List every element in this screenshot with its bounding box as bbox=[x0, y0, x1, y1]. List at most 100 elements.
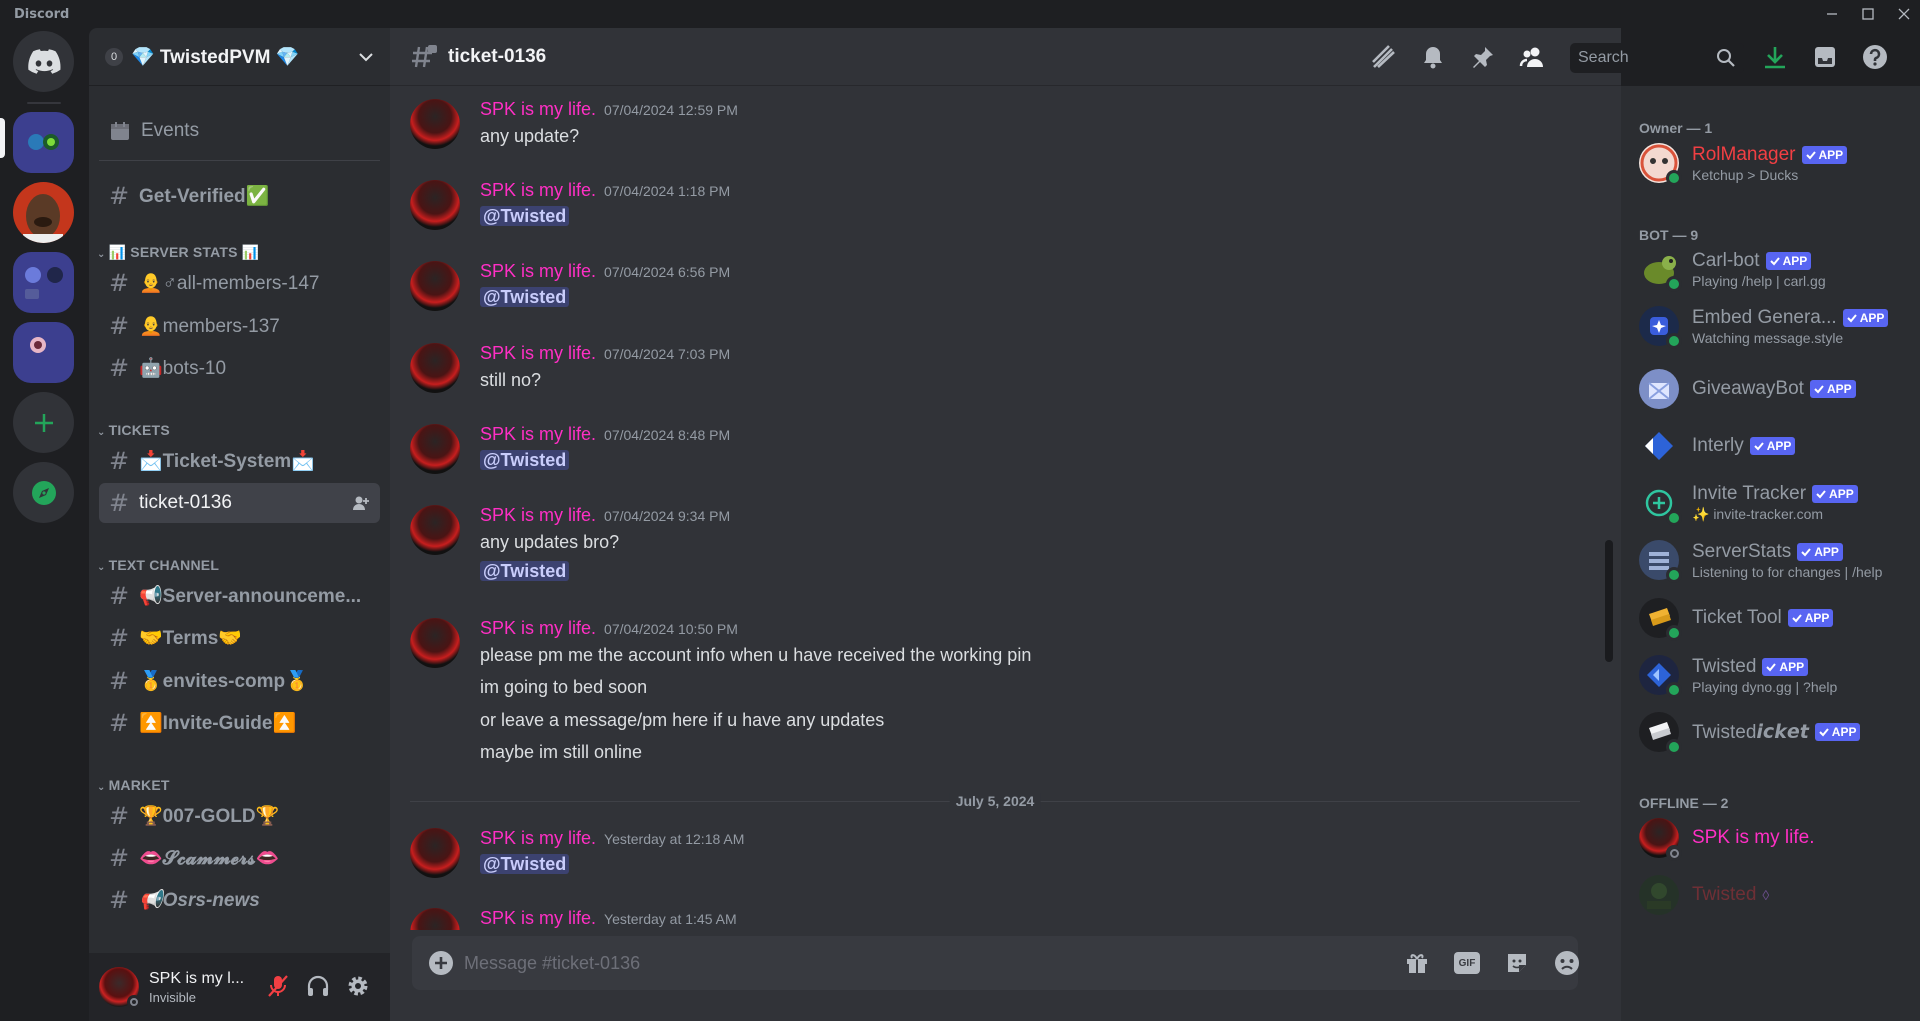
deafen-button[interactable] bbox=[305, 973, 331, 1004]
channel-ticket-system[interactable]: # 📩Ticket-System📩 bbox=[99, 441, 380, 481]
message-timestamp: 07/04/2024 12:59 PM bbox=[604, 102, 738, 118]
message-author[interactable]: SPK is my life. bbox=[480, 424, 596, 444]
channel-scammers[interactable]: # 👄𝓢𝓬𝓪𝓶𝓶𝓮𝓻𝓼👄 bbox=[99, 838, 380, 878]
channel-invite-guide[interactable]: # ⏫Invite-Guide⏫ bbox=[99, 703, 380, 743]
member-activity: Watching message.style bbox=[1692, 329, 1844, 346]
attach-button[interactable] bbox=[426, 948, 456, 978]
add-server-button[interactable] bbox=[13, 392, 74, 453]
app-badge: APP bbox=[1801, 145, 1848, 164]
member-item[interactable]: GiveawayBot APP bbox=[1639, 367, 1915, 411]
user-mention[interactable]: @Twisted bbox=[480, 287, 570, 307]
gift-button[interactable] bbox=[1402, 948, 1432, 978]
channel-ticket-0136[interactable]: # ticket-0136 bbox=[99, 483, 380, 523]
sticker-button[interactable] bbox=[1502, 948, 1532, 978]
member-name: Twisted bbox=[1692, 655, 1757, 677]
user-mention[interactable]: @Twisted bbox=[480, 854, 570, 874]
help-button[interactable] bbox=[1860, 42, 1890, 72]
user-mention[interactable]: @Twisted bbox=[480, 450, 570, 470]
channel-osrs-news[interactable]: # 📢Osrs-news bbox=[99, 880, 380, 920]
avatar[interactable] bbox=[410, 505, 460, 555]
user-settings-button[interactable] bbox=[345, 973, 371, 1004]
server-icon-3[interactable] bbox=[13, 252, 74, 313]
user-mention[interactable]: @Twisted bbox=[480, 561, 570, 581]
user-info[interactable]: SPK is my l... Invisible bbox=[149, 970, 259, 1005]
message-author[interactable]: SPK is my life. bbox=[480, 99, 596, 119]
message-composer[interactable]: Message #ticket-0136 GIF bbox=[412, 936, 1579, 990]
avatar[interactable] bbox=[99, 967, 141, 1009]
avatar[interactable] bbox=[410, 828, 460, 878]
chat-scrollbar[interactable] bbox=[1605, 540, 1613, 662]
avatar[interactable] bbox=[410, 180, 460, 230]
avatar[interactable] bbox=[410, 908, 460, 930]
threads-button[interactable] bbox=[1368, 42, 1398, 72]
message-author[interactable]: SPK is my life. bbox=[480, 261, 596, 281]
avatar[interactable] bbox=[410, 618, 460, 668]
member-item[interactable]: Ticket Tool APP bbox=[1639, 596, 1915, 641]
maximize-icon[interactable] bbox=[1852, 0, 1884, 28]
member-activity: Playing dyno.gg | ?help bbox=[1692, 678, 1838, 695]
notifications-button[interactable] bbox=[1418, 42, 1448, 72]
status-online-icon bbox=[1666, 333, 1682, 349]
add-member-icon[interactable] bbox=[352, 494, 370, 512]
emoji-button[interactable] bbox=[1552, 948, 1582, 978]
channel-server-announcements[interactable]: # 📢Server-announceme... bbox=[99, 576, 380, 616]
user-name: SPK is my l... bbox=[149, 969, 245, 987]
events-item[interactable]: Events bbox=[99, 111, 380, 151]
server-icon-4[interactable] bbox=[13, 322, 74, 383]
avatar[interactable] bbox=[410, 261, 460, 311]
member-item[interactable]: RolManager APP Ketchup > Ducks bbox=[1639, 141, 1915, 186]
server-icon-1[interactable] bbox=[13, 112, 74, 173]
mute-button[interactable] bbox=[265, 973, 291, 1004]
message-author[interactable]: SPK is my life. bbox=[480, 505, 596, 525]
chevron-down-icon: ⌄ bbox=[97, 782, 109, 793]
channel-all-members[interactable]: # 🧑‍🦲♂all-members-147 bbox=[99, 263, 380, 303]
message-author[interactable]: SPK is my life. bbox=[480, 908, 596, 928]
message-input[interactable]: Message #ticket-0136 bbox=[464, 953, 640, 974]
category-market[interactable]: ⌄ MARKET bbox=[97, 777, 170, 793]
close-icon[interactable] bbox=[1888, 0, 1920, 28]
channel-members[interactable]: # 🧑‍🦲members-137 bbox=[99, 306, 380, 346]
member-list-button[interactable] bbox=[1518, 42, 1548, 72]
channel-007-gold[interactable]: # 🏆007-GOLD🏆 bbox=[99, 796, 380, 836]
member-item[interactable]: Twisted APP Playing dyno.gg | ?help bbox=[1639, 653, 1915, 698]
channel-terms[interactable]: # 🤝Terms🤝 bbox=[99, 618, 380, 658]
user-mention[interactable]: @Twisted bbox=[480, 206, 570, 226]
member-item[interactable]: Carl-bot APP Playing /help | carl.gg bbox=[1639, 247, 1915, 292]
member-item[interactable]: Twisted ◊ bbox=[1639, 873, 1915, 917]
category-tickets[interactable]: ⌄ TICKETS bbox=[97, 422, 170, 438]
gif-button[interactable]: GIF bbox=[1452, 948, 1482, 978]
member-item[interactable]: Embed Genera... APP Watching message.style bbox=[1639, 304, 1915, 349]
avatar[interactable] bbox=[410, 99, 460, 149]
guild-header[interactable]: 0 💎 TwistedPVM 💎 bbox=[89, 28, 390, 86]
channel-bots[interactable]: # 🤖bots-10 bbox=[99, 348, 380, 388]
message-author[interactable]: SPK is my life. bbox=[480, 828, 596, 848]
channel-get-verified[interactable]: # Get-Verified✅ bbox=[99, 176, 380, 216]
explore-servers-button[interactable] bbox=[13, 462, 74, 523]
category-server-stats[interactable]: ⌄ 📊 SERVER STATS 📊 bbox=[97, 244, 259, 261]
message-author[interactable]: SPK is my life. bbox=[480, 618, 596, 638]
inbox-button[interactable] bbox=[1810, 42, 1840, 72]
download-button[interactable] bbox=[1760, 42, 1790, 72]
user-panel: SPK is my l... Invisible bbox=[89, 953, 390, 1021]
message-author[interactable]: SPK is my life. bbox=[480, 343, 596, 363]
member-item[interactable]: Invite Tracker APP ✨ invite-tracker.com bbox=[1639, 481, 1915, 526]
avatar[interactable] bbox=[410, 424, 460, 474]
message-author[interactable]: SPK is my life. bbox=[480, 180, 596, 200]
channel-envites-comp[interactable]: # 🥇envites-comp🥇 bbox=[99, 661, 380, 701]
member-item[interactable]: Interly APP bbox=[1639, 424, 1915, 468]
message-text: any updates bro? bbox=[480, 532, 620, 552]
pinned-messages-button[interactable] bbox=[1468, 42, 1498, 72]
member-item[interactable]: SPK is my life. bbox=[1639, 816, 1915, 861]
avatar[interactable] bbox=[410, 343, 460, 393]
minimize-icon[interactable] bbox=[1816, 0, 1848, 28]
partial-message-clip: SPK is my life. Yesterday at 1:45 AM bbox=[390, 908, 1605, 930]
member-item[interactable]: Twisted𝙞𝙘𝙠𝙚𝙩 APP bbox=[1639, 710, 1915, 755]
calendar-icon bbox=[111, 122, 129, 140]
member-category-bot: BOT — 9 bbox=[1639, 227, 1699, 243]
server-icon-2[interactable] bbox=[13, 182, 74, 243]
category-text-channel[interactable]: ⌄ TEXT CHANNEL bbox=[97, 557, 219, 573]
search-input[interactable]: Search bbox=[1570, 43, 1744, 73]
home-button[interactable] bbox=[13, 31, 74, 92]
member-item[interactable]: ServerStats APP Listening to for changes |… bbox=[1639, 538, 1915, 583]
search-icon bbox=[1717, 49, 1735, 67]
